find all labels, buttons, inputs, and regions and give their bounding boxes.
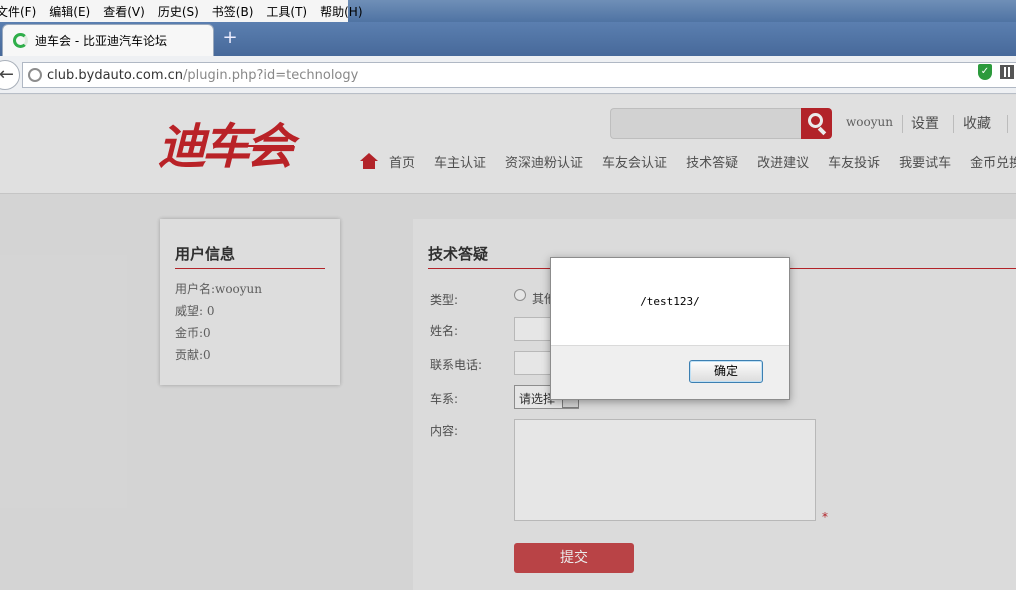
globe-icon <box>28 68 42 82</box>
menu-file[interactable]: 文件(F) <box>0 3 36 20</box>
qr-code-icon[interactable] <box>1000 65 1014 79</box>
alert-dialog: /test123/ 确定 <box>550 257 790 400</box>
menu-history[interactable]: 历史(S) <box>158 3 199 20</box>
modal-backdrop <box>0 95 1016 590</box>
ok-button[interactable]: 确定 <box>689 360 763 383</box>
menu-items: 文件(F) 编辑(E) 查看(V) 历史(S) 书签(B) 工具(T) 帮助(H… <box>0 0 363 22</box>
menu-view[interactable]: 查看(V) <box>103 3 145 20</box>
new-tab-button[interactable]: + <box>220 28 240 48</box>
url-input[interactable]: club.bydauto.com.cn/plugin.php?id=techno… <box>22 62 1016 88</box>
address-bar: club.bydauto.com.cn/plugin.php?id=techno… <box>0 56 1016 94</box>
loading-spinner-icon <box>13 33 28 48</box>
security-shield-icon[interactable]: ✓ <box>978 64 992 80</box>
url-text: club.bydauto.com.cn/plugin.php?id=techno… <box>47 67 359 83</box>
tab-title: 迪车会 - 比亚迪汽车论坛 <box>35 34 167 48</box>
alert-footer: 确定 <box>551 345 789 399</box>
alert-message: /test123/ <box>640 295 700 308</box>
menu-bookmarks[interactable]: 书签(B) <box>212 3 254 20</box>
menu-help[interactable]: 帮助(H) <box>320 3 362 20</box>
browser-tab[interactable]: 迪车会 - 比亚迪汽车论坛 <box>2 24 214 56</box>
browser-menubar: 文件(F) 编辑(E) 查看(V) 历史(S) 书签(B) 工具(T) 帮助(H… <box>0 0 1016 22</box>
back-button[interactable]: ← <box>0 60 20 90</box>
menu-edit[interactable]: 编辑(E) <box>49 3 90 20</box>
menu-tools[interactable]: 工具(T) <box>266 3 307 20</box>
tab-strip: 迪车会 - 比亚迪汽车论坛 + <box>0 22 1016 56</box>
